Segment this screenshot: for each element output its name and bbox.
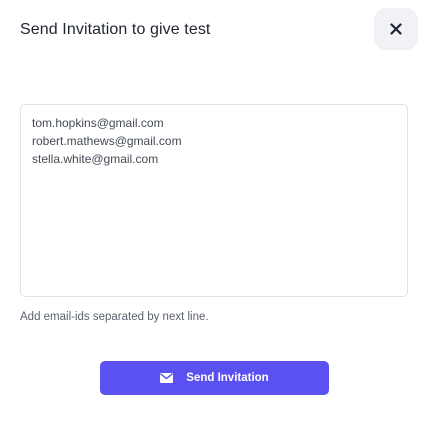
close-button[interactable]	[374, 8, 418, 50]
dialog-title: Send Invitation to give test	[20, 21, 211, 38]
envelope-icon	[160, 373, 174, 383]
invitation-dialog: Send Invitation to give test tom.hopkins…	[0, 0, 429, 432]
email-list-field[interactable]: tom.hopkins@gmail.com robert.mathews@gma…	[20, 104, 408, 297]
send-invitation-button[interactable]: Send Invitation	[100, 361, 329, 395]
close-icon	[390, 23, 402, 35]
email-helper-text: Add email-ids separated by next line.	[20, 311, 209, 323]
send-invitation-label: Send Invitation	[186, 372, 269, 384]
email-list-input[interactable]: tom.hopkins@gmail.com robert.mathews@gma…	[32, 114, 396, 287]
